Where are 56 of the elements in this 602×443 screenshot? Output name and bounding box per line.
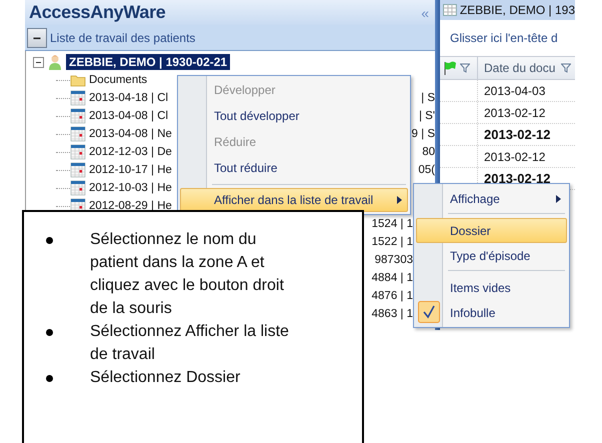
group-by-hint: Glisser ici l'en-tête d [449, 30, 559, 47]
tree-item[interactable]: 2012-12-03 | De [89, 146, 172, 158]
tree-item-text: 1522 | 1 [372, 236, 413, 248]
menu-item[interactable]: Items vides [416, 268, 567, 300]
tree-item-text: | S' [418, 110, 435, 122]
panel-title: ZEBBIE, DEMO | 193 [460, 3, 575, 17]
expander-icon[interactable] [33, 56, 44, 68]
filter-icon[interactable] [460, 63, 470, 73]
submenu-arrow-icon [556, 194, 561, 202]
tree-item[interactable]: 2013-04-08 | Cl [89, 110, 168, 122]
table-cell-text: 2013-02-12 [483, 106, 546, 120]
instruction-text: Sélectionnez Afficher la liste de travail [90, 322, 290, 365]
tree-item-text: 4876 | 1 [372, 290, 413, 302]
tree-item-text: 987303 [374, 254, 413, 266]
tree-item[interactable]: Documents [89, 74, 148, 86]
tree-item-text: 1524 | 1 [372, 218, 413, 230]
tree-item-text: 9 | S [412, 128, 435, 140]
tree-item-text: 80 [422, 146, 435, 158]
grid-icon [443, 4, 457, 16]
tree-item[interactable]: 2012-10-03 | He [89, 182, 172, 194]
filter-icon[interactable] [561, 63, 572, 73]
menu-item[interactable]: Type d'épisode [416, 243, 567, 268]
table-cell-text: 2013-02-12 [483, 127, 550, 142]
calendar-icon [70, 90, 86, 106]
instruction-text: Sélectionnez le nom du patient dans la zone A et cliquez avec le bouton droit de la souris [90, 230, 285, 319]
tree-item[interactable]: 2013-04-08 | Ne [89, 128, 172, 140]
tree-item-text: | S [421, 92, 435, 104]
worklist-title: Liste de travail des patients [50, 30, 196, 44]
collapse-toggle-button[interactable]: − [27, 28, 47, 48]
tree-item-text: 4863 | 1 [372, 308, 413, 320]
tree-item-text: 05( [418, 164, 435, 176]
person-icon [48, 54, 62, 70]
folder-icon [70, 73, 86, 87]
calendar-icon [70, 108, 86, 124]
table-cell-text: 2013-02-12 [483, 171, 550, 186]
menu-item[interactable]: Affichage [416, 186, 567, 211]
app-title: AccessAnyWare [29, 2, 166, 23]
calendar-icon [70, 144, 86, 160]
tree-item-text: 4884 | 1 [372, 272, 413, 284]
menu-item[interactable]: Infobulle [416, 300, 567, 325]
table-cell-text: 2013-02-12 [483, 150, 546, 164]
table-cell-text: 2013-04-03 [483, 84, 546, 98]
menu-item[interactable]: Tout réduire [180, 156, 408, 179]
calendar-icon [70, 126, 86, 142]
submenu-arrow-icon [397, 196, 402, 204]
bullet-icon [46, 375, 53, 382]
menu-item[interactable]: Tout développer [180, 104, 408, 127]
calendar-icon [70, 180, 86, 196]
flag-icon [443, 61, 457, 75]
bullet-icon [46, 237, 53, 244]
tree-item[interactable]: 2012-10-17 | He [89, 164, 172, 176]
patient-tree-item[interactable]: ZEBBIE, DEMO | 1930-02-21 [66, 54, 230, 70]
calendar-icon [70, 162, 86, 178]
bullet-icon [46, 329, 53, 336]
tree-item[interactable]: 2013-04-18 | Cl [89, 92, 168, 104]
instruction-text: Sélectionnez Dossier [90, 368, 242, 388]
